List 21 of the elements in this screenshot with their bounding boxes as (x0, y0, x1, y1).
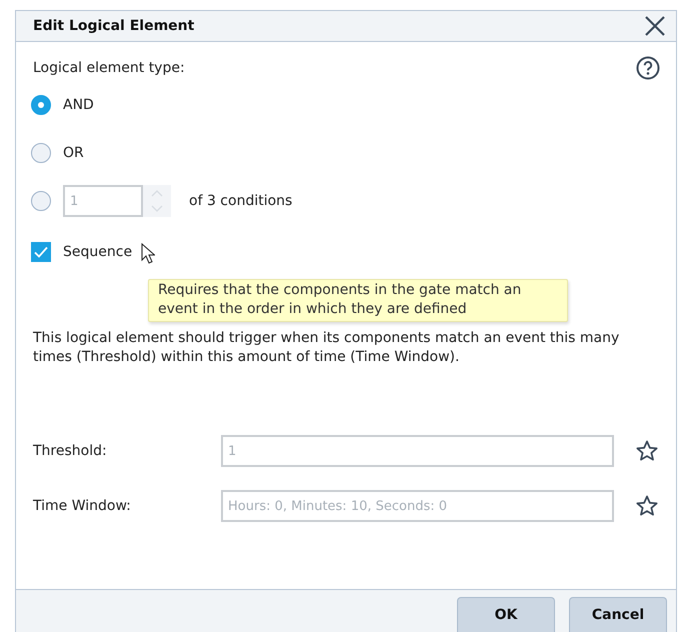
tooltip: Requires that the components in the gate match an event in the order in which they are defined (148, 279, 568, 322)
option-label: OR (63, 145, 84, 161)
type-label: Logical element type: (33, 60, 185, 76)
radio-button[interactable] (31, 191, 51, 211)
field-label: Threshold: (33, 443, 108, 459)
sequence-checkbox[interactable] (31, 242, 51, 262)
star-icon[interactable] (635, 439, 659, 463)
star-icon[interactable] (635, 494, 659, 518)
dialog-button[interactable]: Cancel (569, 597, 667, 632)
radio-button[interactable] (31, 95, 51, 115)
close-icon[interactable] (644, 15, 666, 37)
field-label: Time Window: (33, 498, 132, 514)
sequence-label: Sequence (63, 244, 132, 260)
cursor-icon (141, 243, 155, 265)
option-label: AND (63, 97, 94, 113)
description-text: This logical element should trigger when its components match an event this many times (Threshold) within this amount of time (Time Window). (33, 329, 620, 367)
conditions-label: of 3 conditions (189, 193, 292, 209)
dialog-title: Edit Logical Element (33, 18, 194, 34)
help-icon[interactable] (636, 56, 660, 80)
radio-button[interactable] (31, 143, 51, 163)
dialog-button[interactable]: OK (457, 597, 555, 632)
